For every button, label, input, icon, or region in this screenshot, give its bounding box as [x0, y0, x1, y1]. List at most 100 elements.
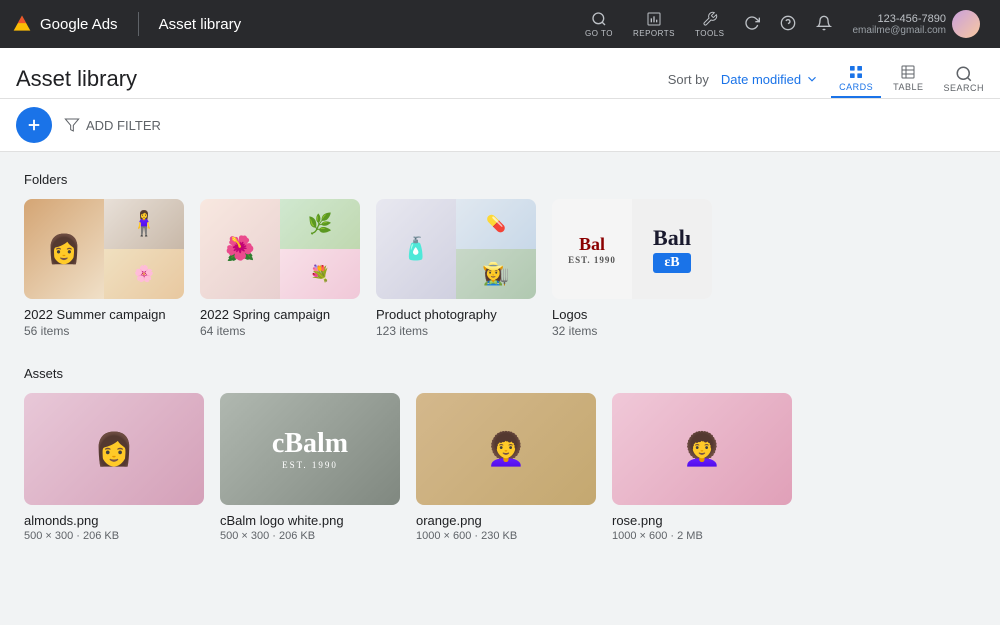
logo-right: Balı ɛB — [632, 199, 712, 299]
reports-label: REPORTS — [633, 29, 675, 38]
folder-card[interactable]: BalEST. 1990 Balı ɛB Logos 32 items — [552, 199, 712, 338]
header-right: Sort by Date modified CARDS — [668, 60, 984, 98]
help-icon — [780, 15, 796, 31]
folder-name: Logos — [552, 307, 712, 322]
refresh-icon — [744, 15, 760, 31]
help-button[interactable] — [772, 11, 804, 37]
logo-text-right: Balı ɛB — [653, 225, 691, 273]
tools-button[interactable]: TOOLS — [687, 7, 732, 42]
user-account[interactable]: 123-456-7890 emailme@gmail.com — [844, 6, 988, 42]
folder-thumbnail: BalEST. 1990 Balı ɛB — [552, 199, 712, 299]
thumb-img-3: 💐 — [280, 249, 360, 299]
thumb-col: 💐 — [280, 199, 360, 299]
folder-name: 2022 Spring campaign — [200, 307, 360, 322]
bell-icon — [816, 15, 832, 31]
thumb-col: 💊 — [456, 199, 536, 299]
asset-meta: 500 × 300 · 206 KB — [24, 530, 204, 542]
google-ads-icon — [12, 14, 32, 34]
table-view-button[interactable]: TABLE — [885, 60, 931, 98]
asset-name: cBalm logo white.png — [220, 513, 400, 528]
logo-left: BalEST. 1990 — [552, 199, 632, 299]
assets-grid: 👩 almonds.png 500 × 300 · 206 KB cBalm E… — [24, 393, 976, 542]
view-toggle: CARDS TABLE — [831, 60, 931, 98]
thumb-img-1 — [200, 199, 280, 299]
asset-meta: 500 × 300 · 206 KB — [220, 530, 400, 542]
asset-image: 👩 — [24, 393, 204, 505]
main-content: Folders 🌸 2022 Summer campaign 56 items … — [0, 152, 1000, 562]
sort-label: Sort by — [668, 72, 709, 87]
asset-image: 👩‍🦱 — [612, 393, 792, 505]
thumb-img-3: 🌸 — [104, 249, 184, 299]
folder-thumbnail: 💐 — [200, 199, 360, 299]
page-title: Asset library — [16, 66, 137, 92]
top-nav: Google Ads Asset library GO TO REPORTS T — [0, 0, 1000, 48]
thumb-img-2 — [280, 199, 360, 249]
asset-meta: 1000 × 600 · 230 KB — [416, 530, 596, 542]
goto-button[interactable]: GO TO — [577, 7, 621, 42]
thumb-img-2: 💊 — [456, 199, 536, 249]
toolbar: ADD FILTER — [0, 99, 1000, 152]
reports-icon — [646, 11, 662, 27]
add-button[interactable] — [16, 107, 52, 143]
search-button[interactable]: SEARCH — [943, 65, 984, 93]
goto-icon — [591, 11, 607, 27]
cards-icon — [848, 64, 864, 80]
app-logo: Google Ads — [12, 14, 118, 34]
thumb-col: 🌸 — [104, 199, 184, 299]
nav-right-area: GO TO REPORTS TOOLS — [577, 6, 988, 42]
cards-view-button[interactable]: CARDS — [831, 60, 881, 98]
filter-area[interactable]: ADD FILTER — [64, 117, 161, 133]
asset-thumbnail: 👩‍🦱 — [416, 393, 596, 505]
notifications-button[interactable] — [808, 11, 840, 37]
asset-image: 👩‍🦱 — [416, 393, 596, 505]
goto-label: GO TO — [585, 29, 613, 38]
sub-header: Asset library Sort by Date modified CARD… — [0, 48, 1000, 99]
folder-card[interactable]: 💊 Product photography 123 items — [376, 199, 536, 338]
asset-card[interactable]: 👩‍🦱 rose.png 1000 × 600 · 2 MB — [612, 393, 792, 542]
thumb-img-2 — [104, 199, 184, 249]
avatar — [952, 10, 980, 38]
asset-name: rose.png — [612, 513, 792, 528]
thumb-img-1 — [376, 199, 456, 299]
assets-section-label: Assets — [24, 366, 976, 381]
thumb-img-3 — [456, 249, 536, 299]
asset-name: orange.png — [416, 513, 596, 528]
user-phone: 123-456-7890 — [852, 13, 946, 25]
cards-label: CARDS — [839, 82, 873, 92]
refresh-button[interactable] — [736, 11, 768, 37]
folder-card[interactable]: 🌸 2022 Summer campaign 56 items — [24, 199, 184, 338]
folder-count: 56 items — [24, 324, 184, 338]
plus-icon — [25, 116, 43, 134]
folder-count: 64 items — [200, 324, 360, 338]
sort-value-text: Date modified — [721, 72, 801, 87]
filter-icon — [64, 117, 80, 133]
asset-card[interactable]: 👩 almonds.png 500 × 300 · 206 KB — [24, 393, 204, 542]
chevron-down-icon — [805, 72, 819, 86]
user-email: emailme@gmail.com — [852, 25, 946, 36]
filter-label: ADD FILTER — [86, 118, 161, 133]
asset-card[interactable]: cBalm EST. 1990 cBalm logo white.png 500… — [220, 393, 400, 542]
logo-inner: BalEST. 1990 Balı ɛB — [552, 199, 712, 299]
asset-card[interactable]: 👩‍🦱 orange.png 1000 × 600 · 230 KB — [416, 393, 596, 542]
search-icon — [955, 65, 973, 83]
asset-thumbnail: 👩‍🦱 — [612, 393, 792, 505]
folders-grid: 🌸 2022 Summer campaign 56 items 💐 2022 S… — [24, 199, 976, 338]
folder-card[interactable]: 💐 2022 Spring campaign 64 items — [200, 199, 360, 338]
folders-section-label: Folders — [24, 172, 976, 187]
asset-thumbnail: cBalm EST. 1990 — [220, 393, 400, 505]
asset-meta: 1000 × 600 · 2 MB — [612, 530, 792, 542]
asset-image: cBalm EST. 1990 — [220, 393, 400, 505]
folder-name: 2022 Summer campaign — [24, 307, 184, 322]
nav-divider — [138, 12, 139, 36]
asset-thumbnail: 👩 — [24, 393, 204, 505]
app-name: Google Ads — [40, 16, 118, 33]
folder-name: Product photography — [376, 307, 536, 322]
folder-thumbnail: 💊 — [376, 199, 536, 299]
asset-name: almonds.png — [24, 513, 204, 528]
reports-button[interactable]: REPORTS — [625, 7, 683, 42]
tools-label: TOOLS — [695, 29, 724, 38]
sort-dropdown[interactable]: Date modified — [721, 72, 819, 87]
logo-text-left: BalEST. 1990 — [568, 234, 616, 265]
table-icon — [900, 64, 916, 80]
table-label: TABLE — [893, 82, 923, 92]
